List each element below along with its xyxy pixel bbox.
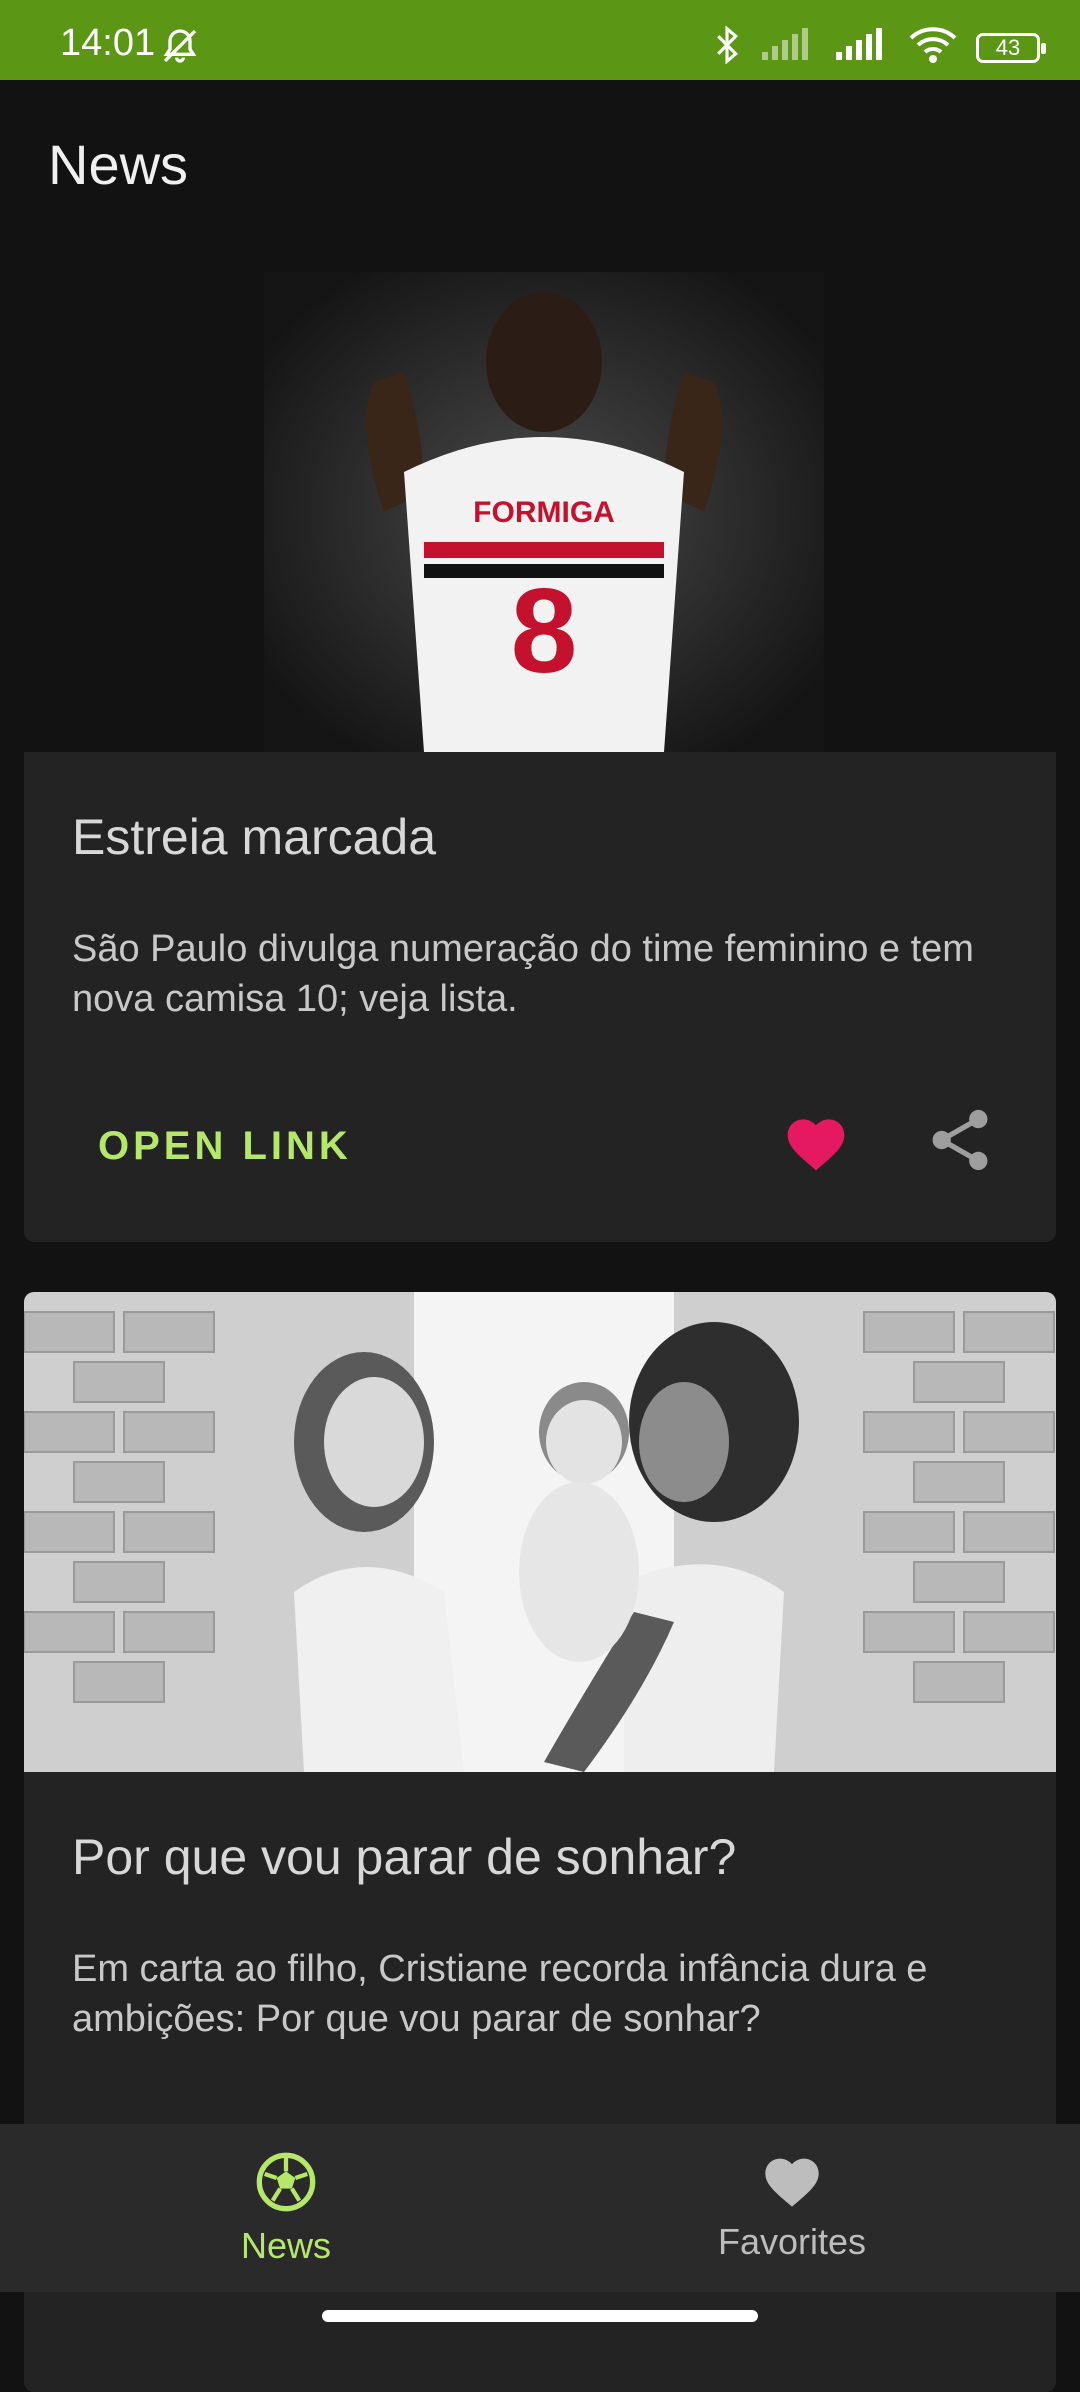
svg-text:8: 8: [511, 564, 578, 698]
nav-label: News: [240, 2225, 332, 2266]
news-image: FORMIGA 8: [24, 272, 1056, 752]
wifi-icon: [908, 26, 958, 69]
open-link-button[interactable]: OPEN LINK: [98, 1124, 352, 1169]
signal-icon: [834, 28, 890, 67]
share-button[interactable]: [928, 1106, 992, 1179]
bell-muted-icon: [160, 26, 200, 71]
news-card[interactable]: FORMIGA 8 Estreia marcada São Paulo divu…: [24, 272, 1056, 1242]
news-title: Estreia marcada: [72, 809, 437, 865]
battery-indicator: 43: [976, 32, 1046, 63]
bottom-navigation: News Favorites: [0, 2124, 1080, 2292]
signal-icon: [760, 28, 816, 67]
soccer-ball-icon: [256, 2152, 316, 2212]
battery-level: 43: [995, 34, 1021, 60]
news-description: Em carta ao filho, Cristiane recorda inf…: [72, 1948, 928, 2040]
favorite-button[interactable]: [782, 1110, 850, 1179]
status-time: 14:01: [60, 22, 156, 64]
share-icon: [932, 1109, 988, 1171]
svg-text:FORMIGA: FORMIGA: [473, 496, 615, 529]
heart-icon: [765, 2158, 819, 2207]
news-description: São Paulo divulga numeração do time femi…: [72, 928, 974, 1020]
gesture-bar[interactable]: [322, 2310, 758, 2322]
status-bar: 14:01 43: [0, 0, 1080, 80]
news-title: Por que vou parar de sonhar?: [72, 1829, 737, 1885]
nav-item-news[interactable]: News: [136, 2150, 436, 2267]
bluetooth-icon: [712, 25, 742, 69]
heart-icon: [787, 1119, 845, 1171]
news-image: [24, 1292, 1056, 1772]
nav-label: Favorites: [717, 2221, 867, 2262]
nav-item-favorites[interactable]: Favorites: [642, 2150, 942, 2263]
page-title: News: [48, 133, 189, 196]
